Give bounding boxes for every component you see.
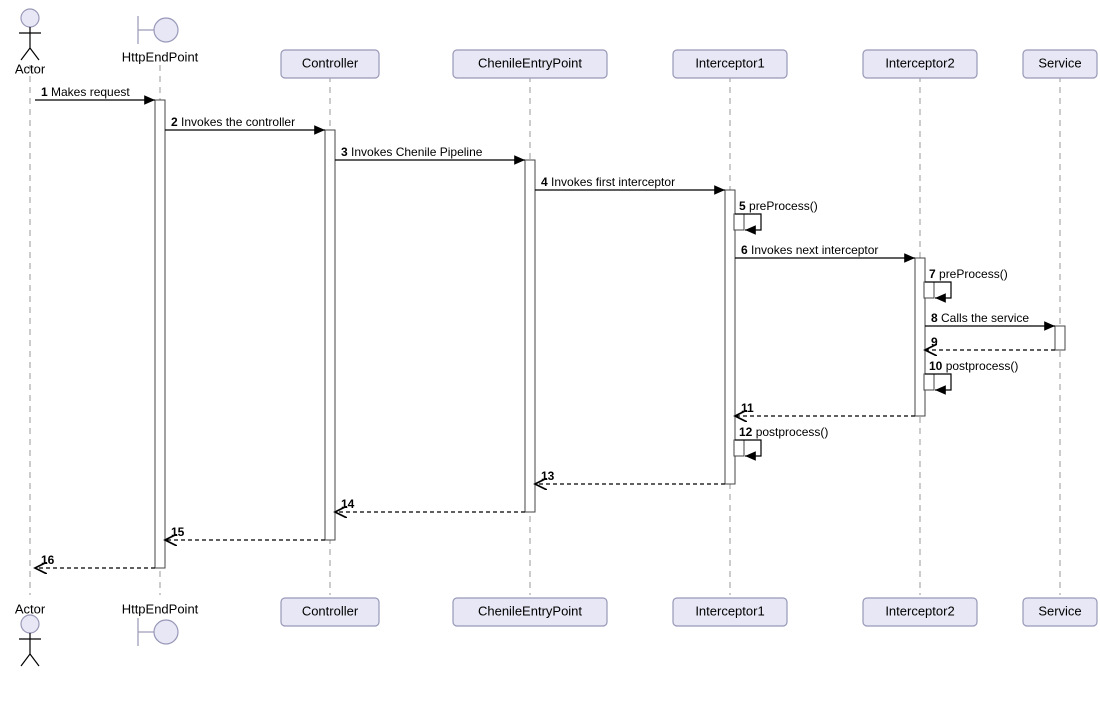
participant-heads-layer: Actor HttpEndPoint Controller ChenileEntryP… — [15, 9, 1097, 78]
int2-head-top-label: Interceptor2 — [885, 55, 954, 70]
endpoint-foot: HttpEndPoint — [122, 601, 199, 646]
message-11: 11 — [735, 401, 915, 416]
activation-entry — [525, 160, 535, 512]
entry-foot: ChenileEntryPoint — [453, 598, 607, 626]
service-head-top-label: Service — [1038, 55, 1081, 70]
service-foot-label: Service — [1038, 603, 1081, 618]
message-label: 6 Invokes next interceptor — [741, 243, 878, 257]
message-label: 3 Invokes Chenile Pipeline — [341, 145, 483, 159]
actor-head-top-label: Actor — [15, 61, 46, 76]
int2-foot-label: Interceptor2 — [885, 603, 954, 618]
message-7: 7 preProcess() — [925, 267, 1008, 298]
lifelines-layer — [30, 65, 1060, 595]
entry-foot-label: ChenileEntryPoint — [478, 603, 582, 618]
int1-head-top: Interceptor1 — [673, 50, 787, 78]
message-6: 6 Invokes next interceptor — [735, 243, 915, 258]
message-15: 15 — [165, 525, 325, 540]
participant-feet-layer: Actor HttpEndPoint Controller ChenileEntryP… — [15, 598, 1097, 666]
message-8: 8 Calls the service — [925, 311, 1055, 326]
message-label: 15 — [171, 525, 185, 539]
message-label: 2 Invokes the controller — [171, 115, 295, 129]
int2-head-top: Interceptor2 — [863, 50, 977, 78]
message-label: 1 Makes request — [41, 85, 130, 99]
message-label: 4 Invokes first interceptor — [541, 175, 675, 189]
actor-head-top: Actor — [15, 9, 46, 76]
endpoint-head-top: HttpEndPoint — [122, 16, 199, 64]
message-label: 13 — [541, 469, 555, 483]
int1-head-top-label: Interceptor1 — [695, 55, 764, 70]
message-label: 14 — [341, 497, 355, 511]
message-13: 13 — [535, 469, 725, 484]
controller-foot: Controller — [281, 598, 379, 626]
message-label: 16 — [41, 553, 55, 567]
int1-foot-label: Interceptor1 — [695, 603, 764, 618]
int2-foot: Interceptor2 — [863, 598, 977, 626]
message-3: 3 Invokes Chenile Pipeline — [335, 145, 525, 160]
message-14: 14 — [335, 497, 525, 512]
service-foot: Service — [1023, 598, 1097, 626]
message-5: 5 preProcess() — [735, 199, 818, 230]
message-label: 9 — [931, 335, 938, 349]
int1-foot: Interceptor1 — [673, 598, 787, 626]
activation-self-int2 — [924, 282, 934, 298]
activation-controller — [325, 130, 335, 540]
message-label: 11 — [741, 401, 754, 415]
message-4: 4 Invokes first interceptor — [535, 175, 725, 190]
message-label: 7 preProcess() — [929, 267, 1008, 281]
controller-head-top: Controller — [281, 50, 379, 78]
activations-layer — [155, 100, 1065, 568]
activation-self-int1 — [734, 440, 744, 456]
actor-foot: Actor — [15, 601, 46, 666]
message-1: 1 Makes request — [35, 85, 155, 100]
message-2: 2 Invokes the controller — [165, 115, 325, 130]
actor-foot-label: Actor — [15, 601, 46, 616]
messages-layer: 1 Makes request 2 Invokes the controller 3… — [35, 85, 1055, 568]
controller-foot-label: Controller — [302, 603, 359, 618]
service-head-top: Service — [1023, 50, 1097, 78]
entry-head-top: ChenileEntryPoint — [453, 50, 607, 78]
message-label: 5 preProcess() — [739, 199, 818, 213]
activation-self-int1 — [734, 214, 744, 230]
message-label: 8 Calls the service — [931, 311, 1029, 325]
message-12: 12 postprocess() — [735, 425, 828, 456]
message-10: 10 postprocess() — [925, 359, 1018, 390]
activation-self-int2 — [924, 374, 934, 390]
message-16: 16 — [35, 553, 155, 568]
endpoint-head-top-label: HttpEndPoint — [122, 49, 199, 64]
activation-endpoint — [155, 100, 165, 568]
activation-service — [1055, 326, 1065, 350]
sequence-diagram: Actor HttpEndPoint Controller ChenileEntryP… — [0, 0, 1100, 702]
endpoint-foot-label: HttpEndPoint — [122, 601, 199, 616]
message-label: 12 postprocess() — [739, 425, 828, 439]
message-label: 10 postprocess() — [929, 359, 1018, 373]
message-9: 9 — [925, 335, 1055, 350]
controller-head-top-label: Controller — [302, 55, 359, 70]
entry-head-top-label: ChenileEntryPoint — [478, 55, 582, 70]
